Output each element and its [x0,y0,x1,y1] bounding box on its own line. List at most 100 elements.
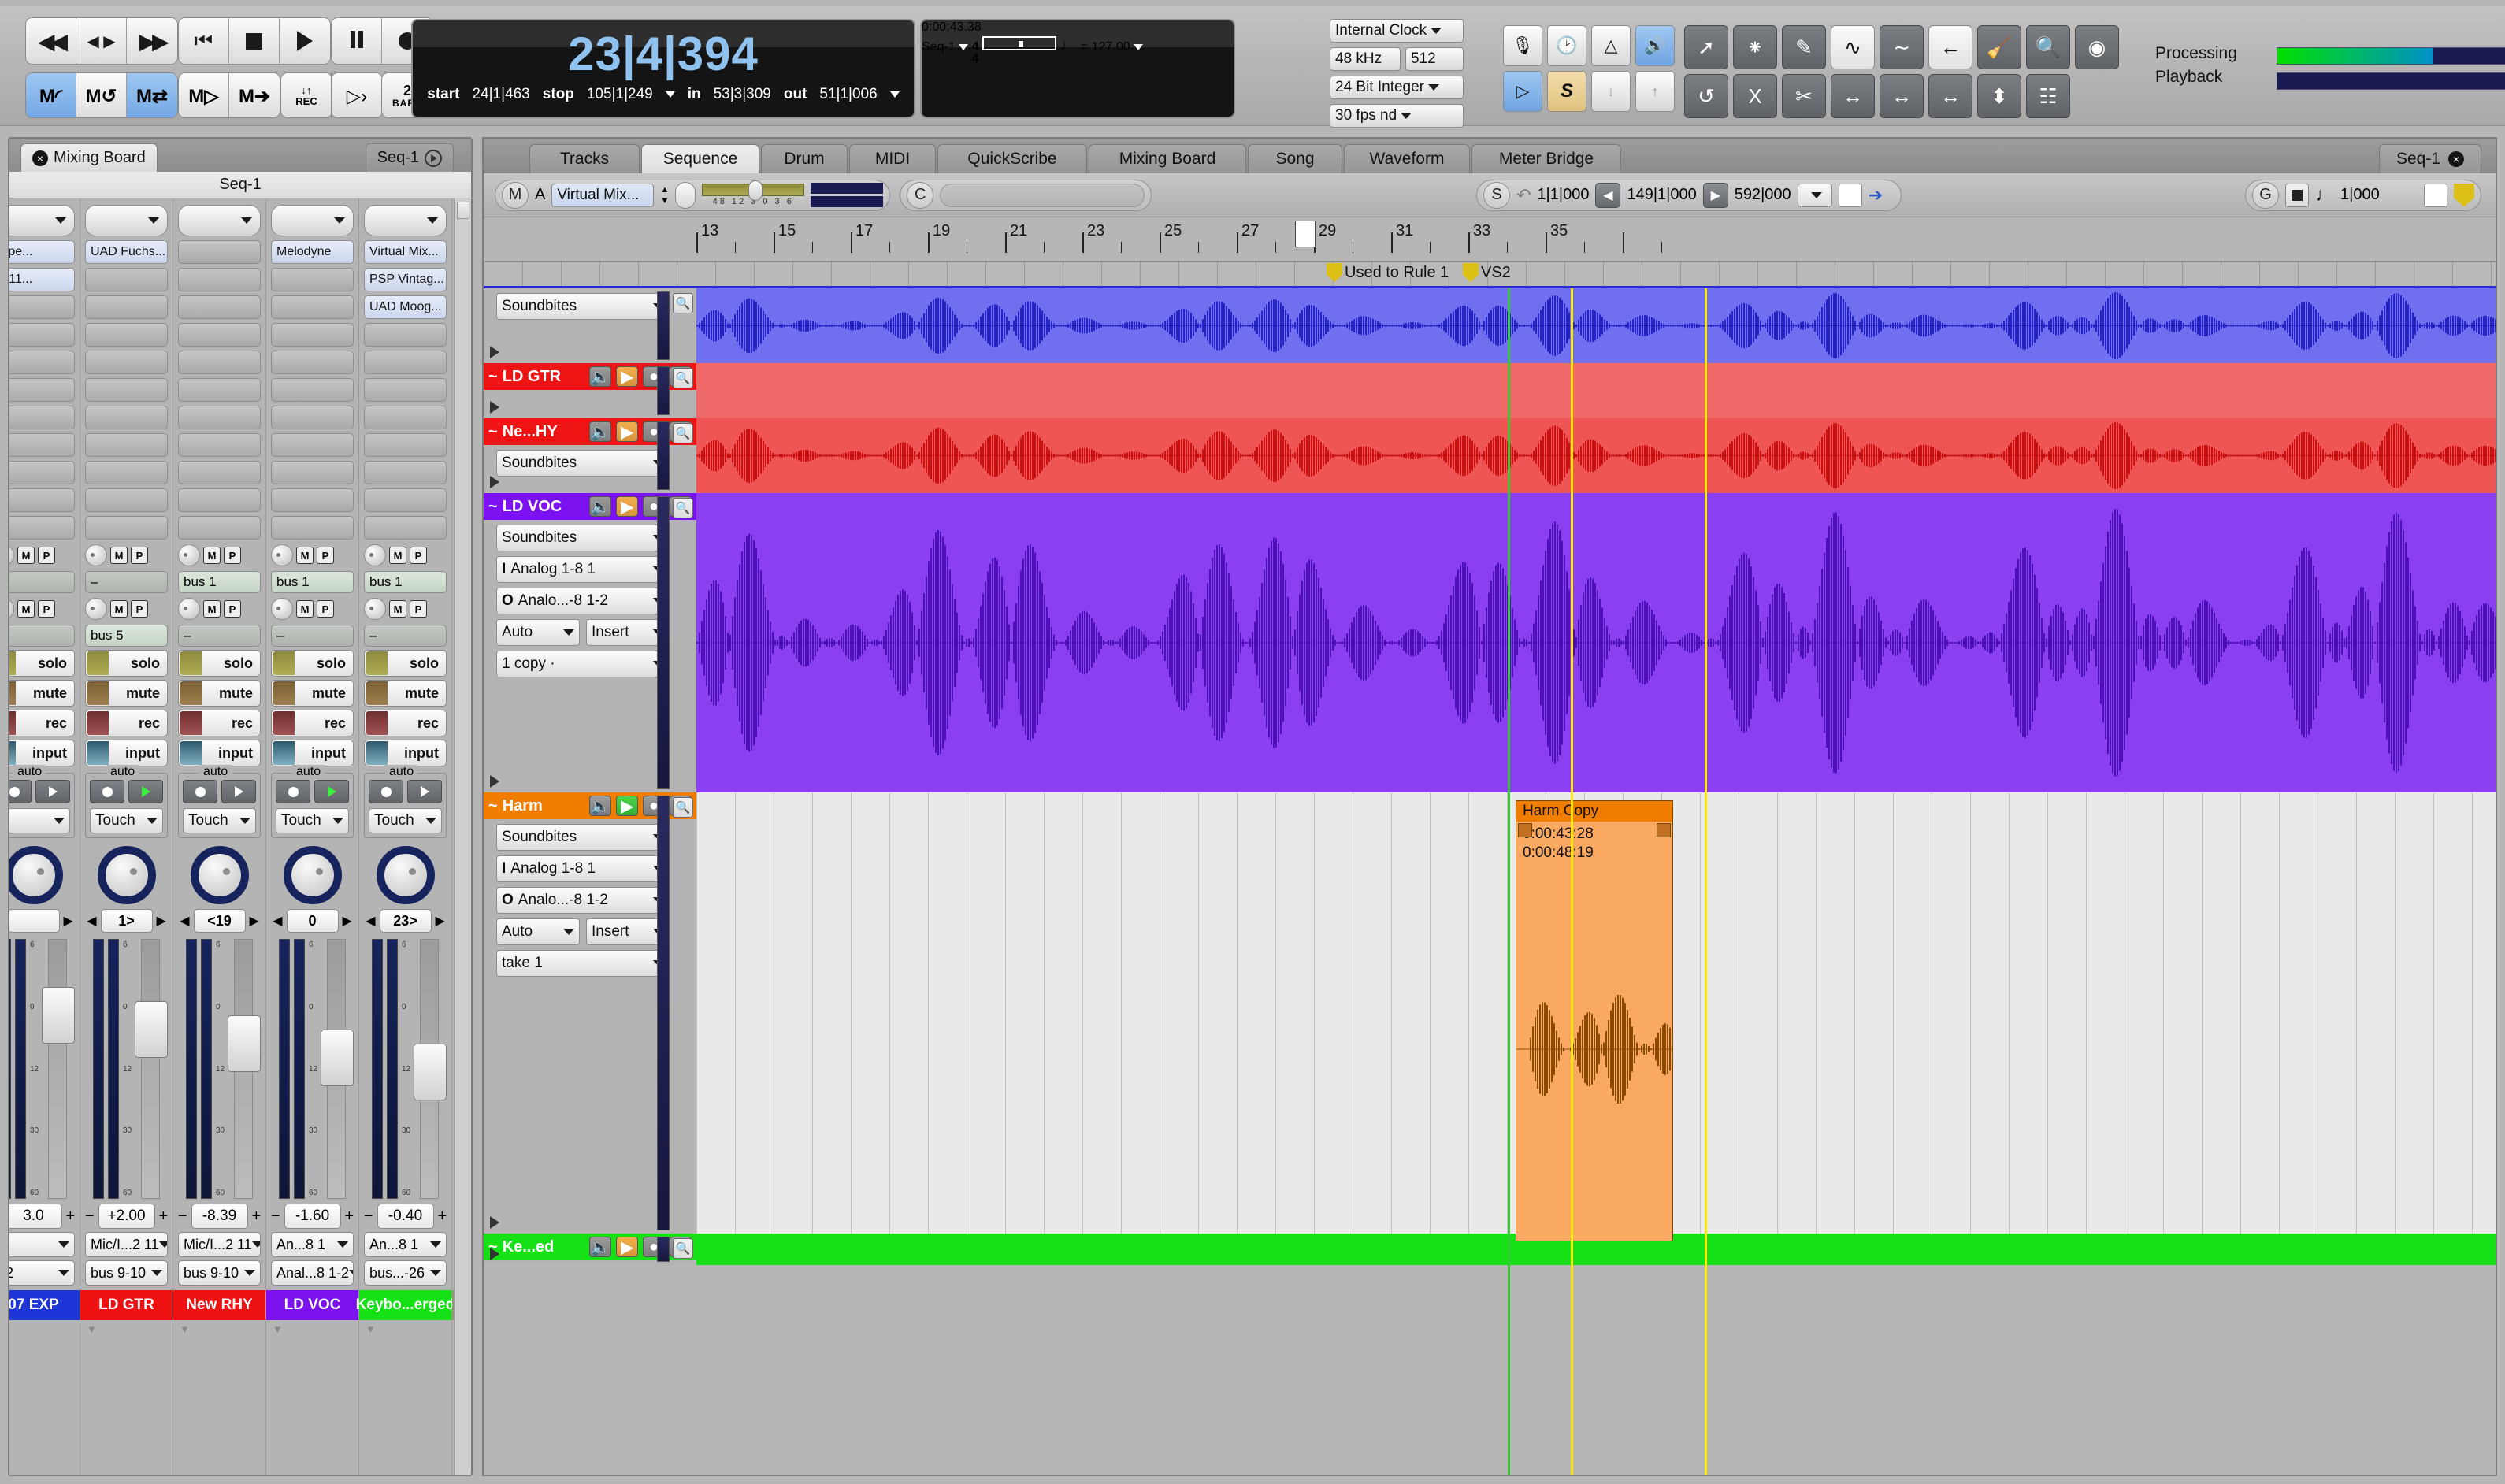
track-expand-triangle-icon[interactable] [490,401,499,414]
mix-spinner[interactable]: ▲ ▼ [660,185,669,206]
audition-mode-button[interactable]: 🎙 [1503,25,1542,66]
plugin-slot[interactable] [271,406,354,429]
plugin-slot[interactable] [271,295,354,319]
selection-mode-select[interactable] [1797,183,1832,207]
tab-drum[interactable]: Drum [761,144,848,173]
track-input-select[interactable]: I Analog 1-8 1 [496,556,670,583]
gain-minus[interactable]: − [85,1208,95,1226]
marker-lane[interactable]: Used to Rule 1 VS2 [484,262,2496,288]
gain-value[interactable]: +2.00 [98,1204,155,1229]
volume-fader[interactable] [228,939,261,1199]
strip-select[interactable] [271,205,354,236]
stop-button[interactable] [229,18,280,64]
mute-button[interactable]: mute [178,680,261,707]
plugin-slot[interactable] [271,378,354,402]
send-knob[interactable] [271,598,293,620]
tab-seq-1-right[interactable]: Seq-1 × [2379,144,2481,173]
plugin-slot[interactable] [85,406,168,429]
track-type-select[interactable]: Soundbites [496,824,670,851]
counter-start-value[interactable]: 24|1|463 [472,86,529,103]
track-zoom-icon[interactable]: 🔍 [673,498,693,518]
wave-tool-icon[interactable]: ∼ [1880,25,1924,69]
plugin-slot[interactable] [85,268,168,291]
auto-record-button[interactable] [9,780,32,803]
output-select[interactable]: bus 9-10 [85,1260,168,1286]
pan-left-arrow[interactable]: ◀ [87,913,96,929]
undo-tool-icon[interactable]: ↺ [1684,74,1728,118]
plugin-slot[interactable] [178,268,261,291]
arrow-left-tool-icon[interactable]: ← [1928,25,1972,69]
volume-fader[interactable] [42,939,75,1199]
plugin-slot[interactable]: Virtual Mix... [364,240,447,264]
close-icon[interactable]: × [2448,151,2465,167]
plugin-slot[interactable] [364,516,447,540]
pan-value[interactable]: 1> [100,909,153,933]
pencil-tool-icon[interactable]: ✎ [1782,25,1826,69]
send-knob[interactable] [9,598,14,620]
tab-mixing-board[interactable]: × Mixing Board [20,143,158,172]
step-playback-button[interactable]: ◀ ▶ [76,18,127,64]
tab-song[interactable]: Song [1248,144,1342,173]
send-bus-a[interactable]: bus 1 [364,571,447,593]
tab-seq-1[interactable]: Seq-1 [365,143,454,172]
rewind-button[interactable]: ◀◀ [26,18,76,64]
input-select[interactable]: An...8 1 [271,1232,354,1257]
bar-ruler[interactable]: 13 15 17 19 21 23 25 27 29 31 33 35 [484,217,2496,262]
send-knob[interactable] [364,544,386,566]
pan-knob[interactable] [190,846,249,904]
gain-value[interactable]: -1.60 [284,1204,341,1229]
track-take-select[interactable]: 1 copy · [496,651,670,677]
play-circle-icon[interactable] [425,149,442,167]
volume-fader[interactable] [135,939,168,1199]
track-expand-triangle-icon[interactable] [490,1216,499,1229]
pause-button[interactable] [332,18,382,64]
channel-name[interactable]: LD GTR [80,1290,173,1320]
auto-record-button[interactable] [90,780,124,803]
mix-knob[interactable] [675,181,696,209]
send-mute-button[interactable]: M [296,600,314,618]
tempo-value[interactable]: 127.00 [1092,40,1130,54]
strip-select[interactable] [9,205,75,236]
input-select[interactable]: Mic/I...2 11 [178,1232,261,1257]
mute-x-tool-icon[interactable]: X [1733,74,1777,118]
track-expand-triangle-icon[interactable] [490,476,499,488]
track-zoom-icon[interactable]: 🔍 [673,368,693,388]
mute-button[interactable]: mute [9,680,75,707]
plugin-slot[interactable] [271,461,354,484]
chunk-c-button[interactable]: C [907,181,934,209]
send-bus-a[interactable]: – [9,571,75,593]
send-mute-button[interactable]: M [389,600,406,618]
gain-value[interactable]: -0.40 [377,1204,434,1229]
marker[interactable]: VS2 [1463,263,1511,282]
input-select[interactable]: Mic/I...2 11 [85,1232,168,1257]
plugin-slot[interactable] [364,461,447,484]
auto-record-button[interactable] [183,780,217,803]
clock-source-select[interactable]: Internal Clock [1330,19,1464,43]
export-button[interactable]: ↑ [1635,71,1675,112]
plugin-slot[interactable] [9,351,75,374]
bit-depth-select[interactable]: 24 Bit Integer [1330,76,1464,99]
mix-fader-group[interactable]: 48 12 3 0 3 6 [702,180,805,206]
mute-button[interactable]: mute [364,680,447,707]
plugin-slot[interactable] [178,516,261,540]
trim-left-tool-icon[interactable]: ↔ [1831,74,1875,118]
input-button[interactable]: input [9,740,75,766]
mixer-vertical-scrollbar[interactable] [454,198,471,1475]
send-mute-button[interactable]: M [296,547,314,564]
auto-play-button[interactable] [221,780,256,803]
rec-button[interactable]: rec [178,710,261,736]
plugin-slot[interactable] [9,461,75,484]
gain-value[interactable]: 3.0 [9,1204,62,1229]
plugin-slot[interactable] [271,488,354,512]
track-expand-triangle-icon[interactable] [490,775,499,788]
memory-pointer-button[interactable]: M➔ [229,73,280,117]
plugin-slot[interactable] [85,378,168,402]
solo-button[interactable]: solo [9,650,75,677]
send-pre-button[interactable]: P [317,547,334,564]
selection-mid-value[interactable]: 149|1|000 [1627,186,1696,204]
auto-play-button[interactable] [314,780,349,803]
automation-mode-select[interactable] [9,808,70,833]
track-take-select[interactable]: take 1 [496,950,670,977]
pan-value[interactable]: 23> [379,909,432,933]
zoom-tool-icon[interactable]: 🔍 [2026,25,2070,69]
